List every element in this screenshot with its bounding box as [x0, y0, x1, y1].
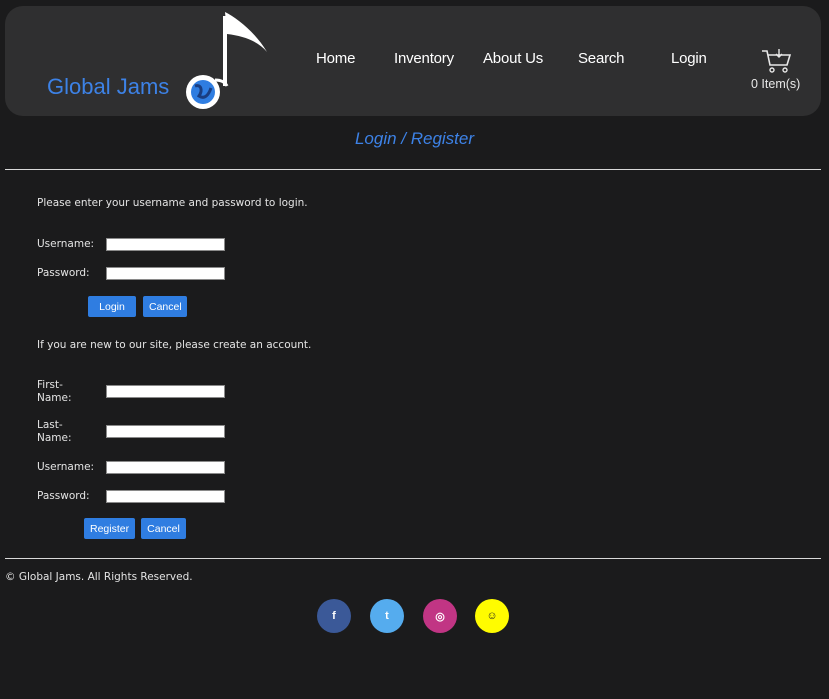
register-intro: If you are new to our site, please creat… — [37, 339, 312, 351]
nav-login[interactable]: Login — [671, 50, 707, 67]
facebook-glyph: f — [332, 610, 336, 622]
register-first-name-label: First- Name: — [37, 379, 72, 405]
login-cancel-button[interactable]: Cancel — [143, 296, 187, 317]
login-username-input[interactable] — [106, 238, 225, 251]
login-intro: Please enter your username and password … — [37, 197, 308, 209]
snapchat-glyph: ☺ — [486, 610, 498, 622]
twitter-icon[interactable]: t — [370, 599, 404, 633]
facebook-icon[interactable]: f — [317, 599, 351, 633]
register-username-label: Username: — [37, 461, 95, 473]
last-name-label-line1: Last- — [37, 419, 63, 431]
register-cancel-button[interactable]: Cancel — [141, 518, 186, 539]
divider-bottom — [5, 558, 821, 559]
brand-name[interactable]: Global Jams — [47, 74, 169, 100]
footer-copyright: © Global Jams. All Rights Reserved. — [5, 571, 193, 583]
nav-home[interactable]: Home — [316, 50, 355, 67]
last-name-label-line2: Name: — [37, 432, 72, 444]
register-username-input[interactable] — [106, 461, 225, 474]
register-password-label: Password: — [37, 490, 90, 502]
first-name-label-line2: Name: — [37, 392, 72, 404]
login-button[interactable]: Login — [88, 296, 136, 317]
divider-top — [5, 169, 821, 170]
instagram-icon[interactable]: ◎ — [423, 599, 457, 633]
page-title: Login / Register — [354, 129, 475, 148]
login-password-input[interactable] — [106, 267, 225, 280]
register-button[interactable]: Register — [84, 518, 135, 539]
first-name-label-line1: First- — [37, 379, 63, 391]
register-last-name-input[interactable] — [106, 425, 225, 438]
twitter-glyph: t — [385, 610, 389, 622]
snapchat-icon[interactable]: ☺ — [475, 599, 509, 633]
instagram-glyph: ◎ — [435, 610, 445, 623]
login-username-label: Username: — [37, 238, 95, 250]
login-password-label: Password: — [37, 267, 90, 279]
register-last-name-label: Last- Name: — [37, 419, 72, 445]
cart-item-count[interactable]: 0 Item(s) — [751, 77, 800, 91]
nav-inventory[interactable]: Inventory — [394, 50, 454, 67]
register-password-input[interactable] — [106, 490, 225, 503]
site-header: Global Jams Home Inventory About Us Sear… — [5, 6, 821, 116]
nav-about-us[interactable]: About Us — [483, 50, 543, 67]
music-note-logo-icon[interactable] — [175, 8, 275, 110]
shopping-cart-icon[interactable] — [761, 48, 793, 74]
register-first-name-input[interactable] — [106, 385, 225, 398]
nav-search[interactable]: Search — [578, 50, 625, 67]
